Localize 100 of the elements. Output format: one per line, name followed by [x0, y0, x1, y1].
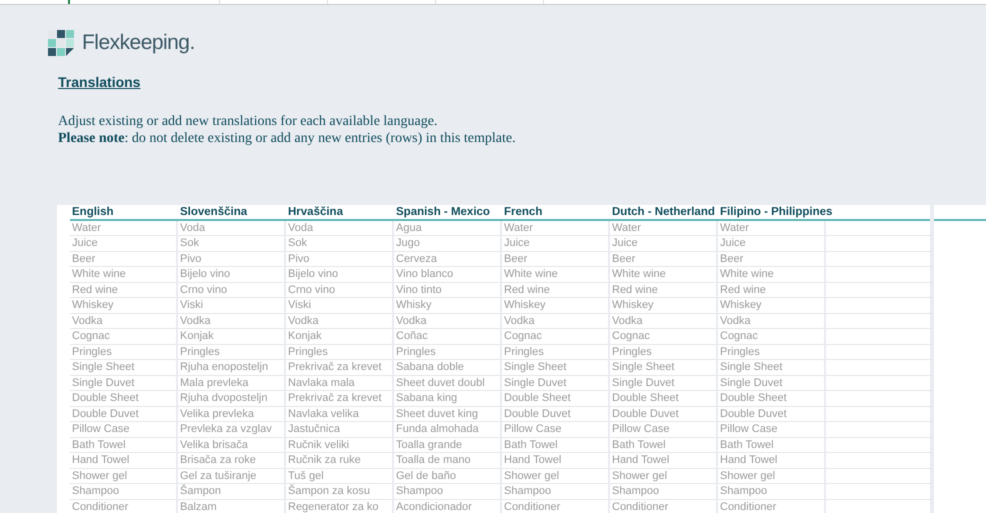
- table-cell: Shampoo: [70, 484, 178, 500]
- table-cell: Conditioner: [70, 500, 178, 513]
- table-cell: Sabana doble: [394, 360, 502, 376]
- table-cell: Crno vino: [178, 282, 286, 298]
- table-cell: Prekrivač za krevet: [286, 360, 394, 376]
- table-cell: Cognac: [610, 329, 718, 344]
- table-cell: Hand Towel: [718, 453, 826, 468]
- table-cell: Bath Towel: [502, 438, 610, 453]
- table-cell: Juice: [70, 236, 178, 252]
- table-cell: White wine: [502, 267, 610, 282]
- intro-text: Adjust existing or add new translations for each available language.: [58, 112, 438, 130]
- table-cell: Funda almohada: [394, 422, 502, 438]
- table-cell: Beer: [718, 252, 826, 267]
- table-cell: Juice: [718, 236, 826, 252]
- table-cell: Single Duvet: [610, 376, 718, 391]
- table-cell: Pringles: [718, 344, 826, 360]
- table-cell: Vodka: [718, 314, 826, 329]
- table-cell: Beer: [70, 252, 178, 267]
- table-cell: Red wine: [70, 282, 178, 298]
- table-cell: Vino tinto: [394, 282, 502, 298]
- table-cell: Mala prevleka: [178, 376, 286, 391]
- table-cell: Shower gel: [70, 468, 178, 484]
- table-cell: Regenerator za ko: [286, 500, 394, 513]
- table-cell: Tuš gel: [286, 468, 394, 484]
- table-cell: Double Sheet: [718, 391, 826, 406]
- table-cell: Pillow Case: [610, 422, 718, 438]
- note-text: Please note: do not delete existing or add any new entries (rows) in this template.: [58, 130, 517, 146]
- table-cell: Gel de baño: [394, 468, 502, 484]
- table-cell: Pringles: [70, 344, 178, 360]
- table-cell: Water: [610, 220, 718, 236]
- table-cell: Acondicionador: [394, 500, 502, 513]
- table-cell: Red wine: [610, 282, 718, 298]
- table-cell: Prekrivač za krevet: [286, 391, 394, 406]
- table-cell: Double Duvet: [718, 406, 826, 422]
- page-heading: Translations: [58, 74, 140, 90]
- table-cell: Viski: [178, 298, 286, 314]
- table-cell: Navlaka mala: [286, 376, 394, 391]
- table-cell: Agua: [394, 220, 502, 236]
- table-cell: Pringles: [610, 344, 718, 360]
- table-cell: Bijelo vino: [286, 267, 394, 282]
- table-cell: Toalla de mano: [394, 453, 502, 468]
- table-cell: Cognac: [718, 329, 826, 344]
- table-cell: Hand Towel: [70, 453, 178, 468]
- table-cell: Balzam: [178, 500, 286, 513]
- table-cell: Voda: [286, 220, 394, 236]
- table-cell: Jugo: [394, 236, 502, 252]
- table-cell: Conditioner: [502, 500, 610, 513]
- column-header: Dutch - Netherland: [611, 204, 716, 218]
- table-cell: Vodka: [502, 314, 610, 329]
- table-cell: Water: [718, 220, 826, 236]
- table-cell: Ručnik za ruke: [286, 453, 394, 468]
- table-cell: Vodka: [610, 314, 718, 329]
- table-cell: Cognac: [502, 329, 610, 344]
- table-cell: Viski: [286, 298, 394, 314]
- table-cell: Rjuha dvoposteljn: [178, 391, 286, 406]
- table-cell: Cerveza: [394, 252, 502, 267]
- table-cell: Vino blanco: [394, 267, 502, 282]
- table-cell: Single Sheet: [718, 360, 826, 376]
- column-header: English: [71, 204, 115, 218]
- table-cell: Water: [502, 220, 610, 236]
- logo-icon: [48, 30, 74, 56]
- column-header: Slovenščina: [179, 204, 248, 218]
- table-cell: Šampon: [178, 484, 286, 500]
- table-cell: Jastučnica: [286, 422, 394, 438]
- table-cell: Prevleka za vzglav: [178, 422, 286, 438]
- table-cell: Double Duvet: [70, 406, 178, 422]
- table-cell: Pillow Case: [718, 422, 826, 438]
- table-cell: Gel za tuširanje: [178, 468, 286, 484]
- table-cell: Navlaka velika: [286, 406, 394, 422]
- table-cell: Water: [70, 220, 178, 236]
- table-cell: Red wine: [718, 282, 826, 298]
- table-cell: Bath Towel: [70, 438, 178, 453]
- table-cell: Bath Towel: [610, 438, 718, 453]
- column-header: Spanish - Mexico: [395, 204, 491, 218]
- table-cell: Single Sheet: [502, 360, 610, 376]
- table-cell: Sheet duvet doubl: [394, 376, 502, 391]
- table-cell: Double Sheet: [610, 391, 718, 406]
- table-cell: White wine: [718, 267, 826, 282]
- table-cell: Shower gel: [718, 468, 826, 484]
- table-cell: White wine: [610, 267, 718, 282]
- table-cell: Ručnik veliki: [286, 438, 394, 453]
- table-cell: Hand Towel: [502, 453, 610, 468]
- table-cell: Shampoo: [394, 484, 502, 500]
- table-cell: Shower gel: [502, 468, 610, 484]
- table-cell: Hand Towel: [610, 453, 718, 468]
- table-cell: Velika brisača: [178, 438, 286, 453]
- table-cell: Double Duvet: [610, 406, 718, 422]
- table-cell: Whiskey: [610, 298, 718, 314]
- table-cell: Single Sheet: [70, 360, 178, 376]
- table-cell: Brisača za roke: [178, 453, 286, 468]
- column-header: Filipino - Philippines: [719, 204, 834, 218]
- table-cell: Beer: [502, 252, 610, 267]
- table-cell: Sabana king: [394, 391, 502, 406]
- table-cell: Sok: [286, 236, 394, 252]
- table-cell: Crno vino: [286, 282, 394, 298]
- table-cell: Shampoo: [502, 484, 610, 500]
- table-cell: Konjak: [178, 329, 286, 344]
- column-header: Hrvaščina: [287, 204, 344, 218]
- table-cell: Šampon za kosu: [286, 484, 394, 500]
- table-cell: Pringles: [502, 344, 610, 360]
